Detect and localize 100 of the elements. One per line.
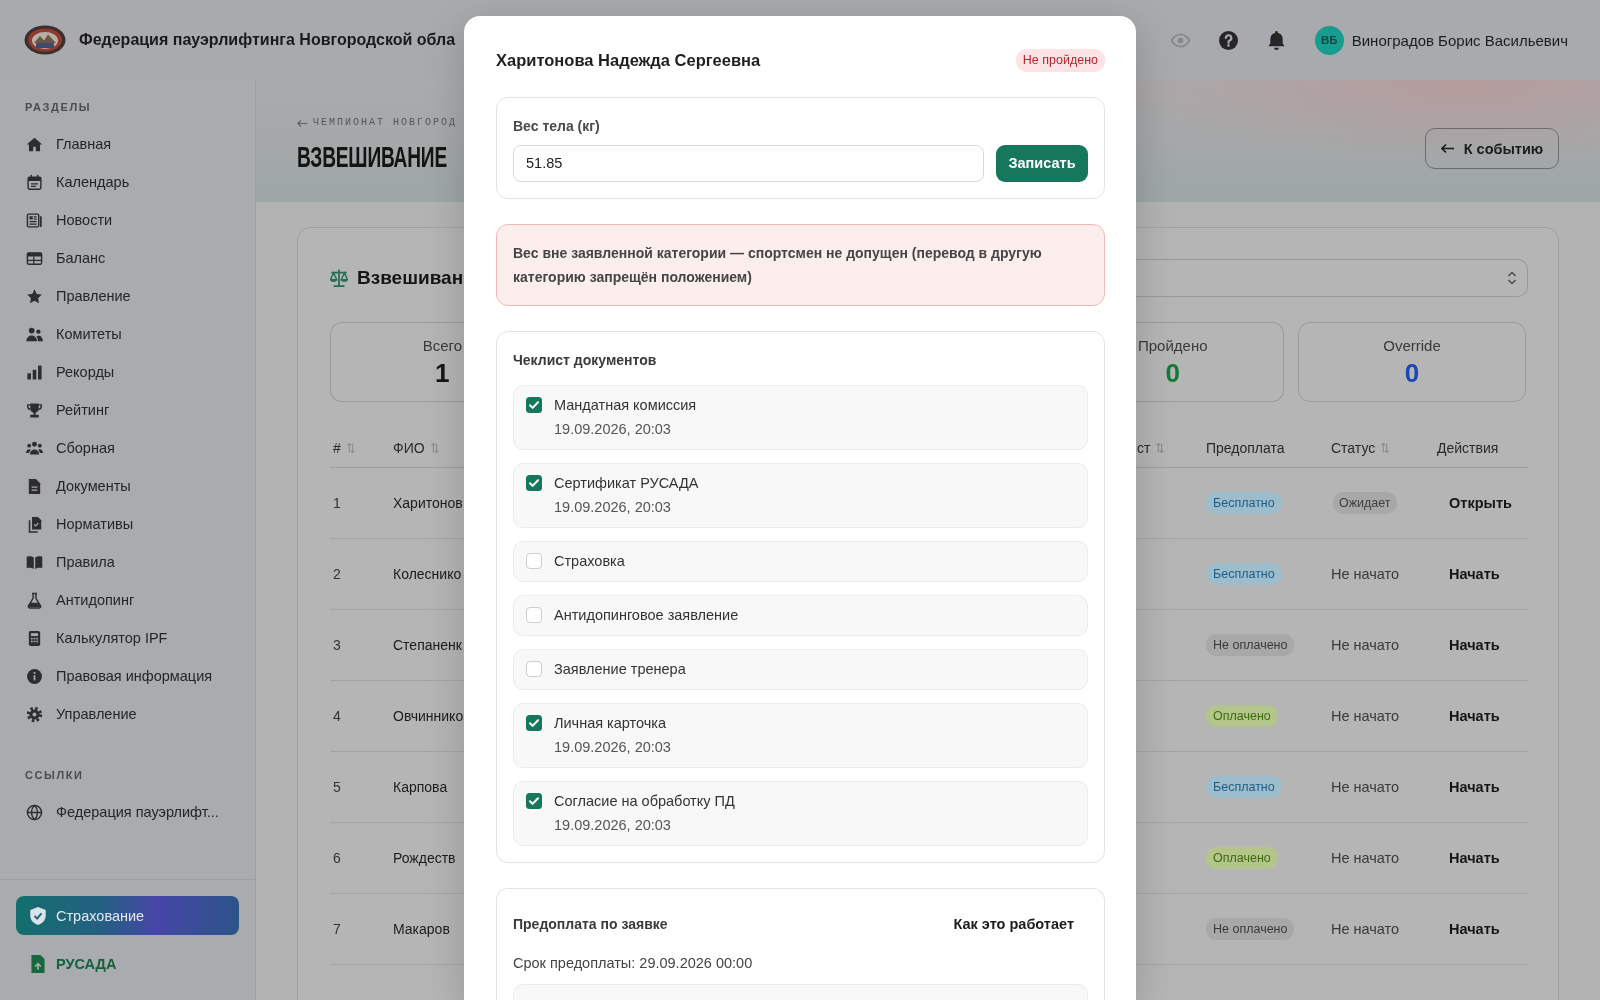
column-header[interactable]: ФИО xyxy=(393,438,439,457)
back-button[interactable]: К событию xyxy=(1425,128,1559,169)
nav-item[interactable]: Комитеты xyxy=(25,315,122,353)
users-icon xyxy=(26,325,43,343)
sort-arrows-icon xyxy=(346,441,355,454)
column-header[interactable]: Статус xyxy=(1331,438,1390,457)
checkbox[interactable] xyxy=(526,661,542,677)
nav-item[interactable]: Календарь xyxy=(25,163,130,201)
sort-arrows-icon xyxy=(430,441,439,454)
nav-item[interactable]: Управление xyxy=(25,695,137,733)
row-number: 4 xyxy=(332,708,342,724)
calendar-icon xyxy=(26,173,43,191)
checkbox[interactable] xyxy=(526,397,542,413)
nav-item[interactable]: Сборная xyxy=(25,429,115,467)
arrow-left-icon xyxy=(297,118,308,128)
row-number: 5 xyxy=(332,779,342,795)
athlete-name: Рождеств xyxy=(393,850,457,866)
athlete-name: Карпова xyxy=(393,779,449,795)
flask-icon xyxy=(26,591,43,609)
column-header[interactable]: # xyxy=(333,438,355,457)
stat-label: Всего xyxy=(422,337,462,355)
checklist-title: Чеклист документов xyxy=(513,350,658,369)
checked-date: 19.09.2026, 20:03 xyxy=(554,420,671,439)
nav-item[interactable]: Калькулятор IPF xyxy=(25,619,168,657)
action-button[interactable]: Начать xyxy=(1437,637,1512,653)
nav-item[interactable]: Правила xyxy=(25,543,115,581)
status-text: Не начато xyxy=(1331,708,1400,724)
section-heading: ССЫЛКИ xyxy=(25,768,84,782)
nav-item[interactable]: Правовая информация xyxy=(25,657,213,695)
checked-date: 19.09.2026, 20:03 xyxy=(554,738,671,757)
file-upload-icon xyxy=(30,955,46,973)
weight-input[interactable]: 51.85 xyxy=(513,144,984,182)
checkbox[interactable] xyxy=(526,553,542,569)
checkbox[interactable] xyxy=(526,607,542,623)
globe-icon xyxy=(26,803,43,821)
arrow-left-icon xyxy=(1440,143,1455,154)
chevron-updown-icon xyxy=(1508,272,1516,284)
document-label: Антидопинговое заявление xyxy=(554,606,739,625)
nav-item[interactable]: Рекорды xyxy=(25,353,115,391)
book-icon xyxy=(26,553,43,571)
document-label: Личная карточка xyxy=(554,714,667,733)
athlete-name: Овчиннико xyxy=(393,708,464,724)
section-title: Взвешиван xyxy=(357,267,464,289)
trophy-icon xyxy=(26,401,43,419)
nav-item[interactable]: Федерация пауэрлифт... xyxy=(25,793,219,831)
logo-icon[interactable] xyxy=(24,25,66,55)
alert-message: Вес вне заявленной категории — спортсмен не допущен (перевод в другую категорию запрещён положением) xyxy=(496,223,1105,306)
help-icon[interactable] xyxy=(1218,30,1238,50)
nav-item[interactable]: Правление xyxy=(25,277,131,315)
checkbox[interactable] xyxy=(526,793,542,809)
stat-label: Override xyxy=(1383,337,1441,355)
checked-date: 19.09.2026, 20:03 xyxy=(554,498,671,517)
newspaper-icon xyxy=(26,211,43,229)
select-field[interactable] xyxy=(1136,259,1528,297)
nav-item[interactable]: Главная xyxy=(25,125,112,163)
group-icon xyxy=(26,439,43,457)
user-name[interactable]: Виноградов Борис Васильевич xyxy=(1351,31,1568,49)
action-button[interactable]: Начать xyxy=(1437,708,1512,724)
payment-badge: Оплачено xyxy=(1206,705,1278,727)
row-number: 6 xyxy=(332,850,342,866)
action-button[interactable]: Начать xyxy=(1437,921,1512,937)
stat-value: 0 xyxy=(1404,358,1420,388)
nav-item[interactable]: Баланс xyxy=(25,239,106,277)
nav-item[interactable]: Новости xyxy=(25,201,113,239)
status-text: Не начато xyxy=(1331,779,1400,795)
nav-item[interactable]: Рейтинг xyxy=(25,391,110,429)
checked-date: 19.09.2026, 20:03 xyxy=(554,816,671,835)
house-icon xyxy=(26,135,43,153)
status-text: Не начато xyxy=(1331,637,1400,653)
action-button[interactable]: Открыть xyxy=(1437,495,1524,511)
stat-value: 0 xyxy=(1165,358,1180,388)
action-button[interactable]: Начать xyxy=(1437,566,1512,582)
nav-item[interactable]: Документы xyxy=(25,467,131,505)
nav-item[interactable]: Нормативы xyxy=(25,505,134,543)
column-header: Предоплата xyxy=(1206,438,1285,457)
scales-icon xyxy=(330,269,348,287)
action-button[interactable]: Начать xyxy=(1437,850,1512,866)
payment-badge: Не оплачено xyxy=(1206,918,1295,940)
row-number: 2 xyxy=(332,566,342,582)
athlete-name: Макаров xyxy=(393,921,451,937)
bell-icon[interactable] xyxy=(1266,30,1286,50)
help-link[interactable]: Как это работает xyxy=(939,905,1088,942)
checkbox[interactable] xyxy=(526,715,542,731)
save-button[interactable]: Записать xyxy=(996,144,1088,182)
gear-icon xyxy=(26,705,43,723)
row-number: 3 xyxy=(332,637,342,653)
action-button[interactable]: Начать xyxy=(1437,779,1512,795)
document-label: Согласие на обработку ПД xyxy=(554,792,735,811)
row-number: 1 xyxy=(332,495,342,511)
status-text: Не начато xyxy=(1331,566,1400,582)
sort-arrows-icon xyxy=(1156,441,1165,454)
shield-check-icon xyxy=(30,906,46,925)
star-icon xyxy=(26,287,43,305)
checkbox[interactable] xyxy=(526,475,542,491)
column-header[interactable]: ст xyxy=(1137,438,1165,457)
nav-item[interactable]: Антидопинг xyxy=(25,581,135,619)
insurance-button[interactable]: Страхование xyxy=(16,896,239,935)
document-icon xyxy=(26,477,43,495)
stat-value: 1 xyxy=(435,358,450,388)
modal-title: Харитонова Надежда Сергеевна xyxy=(496,50,761,70)
